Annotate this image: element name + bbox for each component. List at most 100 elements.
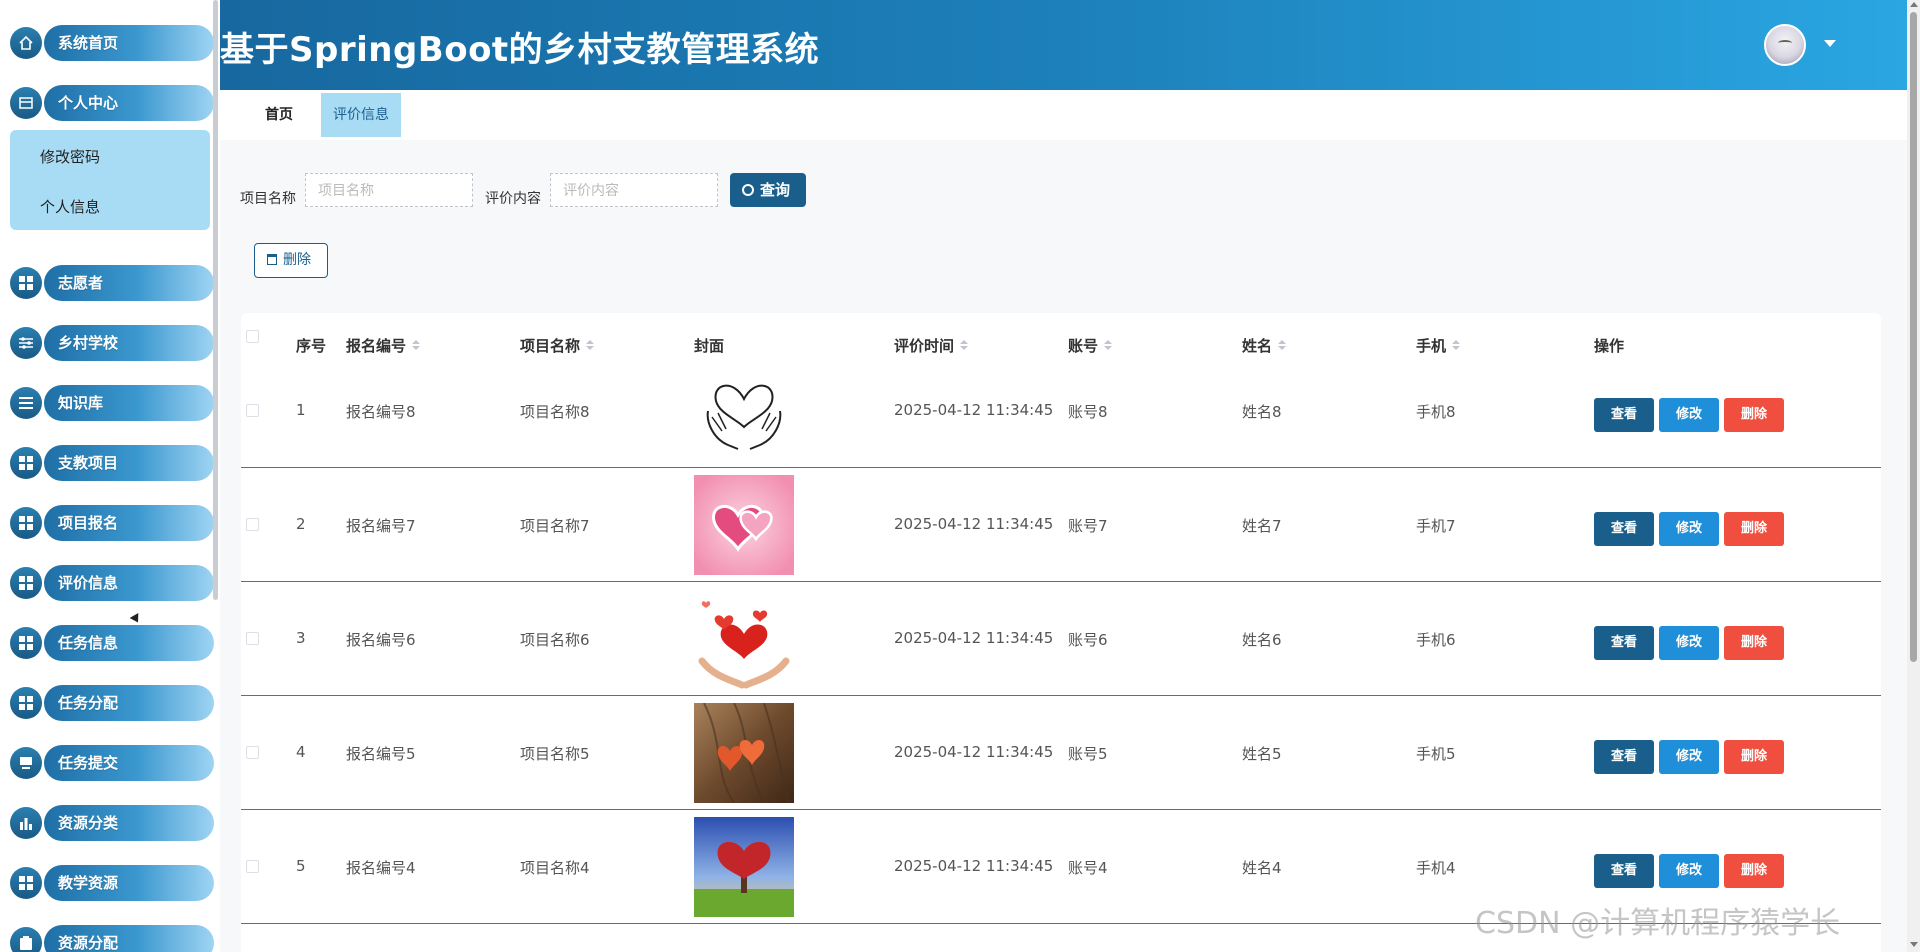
sidebar-item-personal-center[interactable]: 个人中心 (10, 83, 214, 123)
cell-account: 账号8 (1068, 403, 1108, 421)
edit-button[interactable]: 修改 (1659, 740, 1719, 774)
grid-icon (10, 567, 42, 599)
cell-phone: 手机7 (1416, 517, 1456, 535)
sidebar-item-project-signup[interactable]: 项目报名 (10, 503, 214, 543)
delete-button[interactable]: 删除 (1724, 854, 1784, 888)
cell-name: 姓名4 (1242, 859, 1282, 877)
submenu-change-password[interactable]: 修改密码 (40, 146, 100, 167)
search-icon (742, 184, 754, 196)
header-signup-no[interactable]: 报名编号 (346, 335, 421, 356)
sidebar-item-volunteer[interactable]: 志愿者 (10, 263, 214, 303)
delete-button[interactable]: 删除 (1724, 398, 1784, 432)
sidebar-item-label: 系统首页 (58, 34, 119, 52)
header-eval-time[interactable]: 评价时间 (894, 335, 969, 356)
query-button[interactable]: 查询 (730, 173, 806, 207)
view-button[interactable]: 查看 (1594, 512, 1654, 546)
scroll-up-arrow-icon[interactable] (1910, 2, 1918, 7)
sort-icon (960, 340, 969, 350)
row-checkbox[interactable] (246, 632, 259, 645)
cell-index: 3 (296, 629, 306, 647)
sidebar-item-label: 项目报名 (58, 514, 119, 532)
sidebar-item-teaching-project[interactable]: 支教项目 (10, 443, 214, 483)
evaluation-content-label: 评价内容 (485, 191, 541, 207)
sidebar-item-label: 资源分配 (58, 934, 119, 952)
tab-home[interactable]: 首页 (253, 93, 305, 137)
sidebar-item-teaching-resource[interactable]: 教学资源 (10, 863, 214, 903)
sidebar-item-label: 知识库 (58, 394, 104, 412)
row-checkbox[interactable] (246, 860, 259, 873)
tab-evaluation[interactable]: 评价信息 (321, 93, 401, 137)
inbox-icon (10, 747, 42, 779)
view-button[interactable]: 查看 (1594, 854, 1654, 888)
delete-button[interactable]: 删除 (1724, 512, 1784, 546)
header-cover: 封面 (694, 337, 725, 355)
row-checkbox[interactable] (246, 404, 259, 417)
grid-icon (10, 687, 42, 719)
sidebar-item-evaluation[interactable]: 评价信息 (10, 563, 214, 603)
row-checkbox[interactable] (246, 746, 259, 759)
sidebar-item-rural-school[interactable]: 乡村学校 (10, 323, 214, 363)
grid-icon (10, 507, 42, 539)
table-row: 3 报名编号6 项目名称6 2025-04-12 11:34:45 账号6 姓名… (241, 582, 1881, 696)
cell-account: 账号7 (1068, 517, 1108, 535)
cell-index: 5 (296, 857, 306, 875)
edit-button[interactable]: 修改 (1659, 854, 1719, 888)
avatar[interactable] (1764, 24, 1806, 66)
sidebar-item-knowledge-base[interactable]: 知识库 (10, 383, 214, 423)
home-icon (10, 27, 42, 59)
header-phone[interactable]: 手机 (1416, 335, 1461, 356)
sidebar-item-label: 评价信息 (58, 574, 119, 592)
scroll-down-arrow-icon[interactable] (1910, 942, 1918, 947)
edit-button[interactable]: 修改 (1659, 512, 1719, 546)
page-scrollbar[interactable] (1907, 0, 1920, 952)
row-checkbox[interactable] (246, 518, 259, 531)
project-name-input[interactable] (305, 173, 473, 207)
header-project-name[interactable]: 项目名称 (520, 335, 595, 356)
table-row: 4 报名编号5 项目名称5 2025-04-12 11:34:45 账号5 姓名… (241, 696, 1881, 810)
scrollbar-thumb[interactable] (1910, 12, 1917, 662)
cell-account: 账号6 (1068, 631, 1108, 649)
query-button-label: 查询 (760, 181, 791, 199)
edit-button[interactable]: 修改 (1659, 626, 1719, 660)
sidebar-item-task-assign[interactable]: 任务分配 (10, 683, 214, 723)
evaluation-table: 序号 报名编号 项目名称 封面 评价时间 账号 姓名 手机 操作 1 报名编号8… (241, 313, 1881, 952)
sort-icon (586, 340, 595, 350)
edit-button[interactable]: 修改 (1659, 398, 1719, 432)
cell-eval-time: 2025-04-12 11:34:45 (894, 401, 1054, 419)
delete-button[interactable]: 删除 (1724, 626, 1784, 660)
sidebar-item-resource-category[interactable]: 资源分类 (10, 803, 214, 843)
view-button[interactable]: 查看 (1594, 398, 1654, 432)
sort-icon (1452, 340, 1461, 350)
cover-image-heart-tree (694, 817, 794, 917)
sidebar-item-home[interactable]: 系统首页 (10, 23, 214, 63)
cell-eval-time: 2025-04-12 11:34:45 (894, 857, 1054, 875)
table-row: 1 报名编号8 项目名称8 2025-04-12 11:34:45 账号8 姓名… (241, 354, 1881, 468)
sort-icon (412, 340, 421, 350)
header-account[interactable]: 账号 (1068, 335, 1113, 356)
sidebar-scrollbar[interactable] (213, 0, 218, 600)
header-name[interactable]: 姓名 (1242, 335, 1287, 356)
project-name-label: 项目名称 (240, 191, 296, 207)
submenu-personal-info[interactable]: 个人信息 (40, 196, 100, 217)
evaluation-content-input[interactable] (550, 173, 718, 207)
id-card-icon (10, 87, 42, 119)
header-actions: 操作 (1594, 337, 1625, 355)
cell-project: 项目名称4 (520, 859, 590, 877)
sidebar-item-task-info[interactable]: 任务信息 (10, 623, 214, 663)
sidebar-item-resource-allocation[interactable]: 资源分配 (10, 923, 214, 952)
sort-icon (1104, 340, 1113, 350)
sidebar-item-label: 资源分类 (58, 814, 119, 832)
select-all-checkbox[interactable] (246, 330, 259, 343)
sidebar-item-label: 支教项目 (58, 454, 119, 472)
delete-button[interactable]: 删除 (1724, 740, 1784, 774)
cell-signup-no: 报名编号5 (346, 745, 416, 763)
cell-project: 项目名称7 (520, 517, 590, 535)
view-button[interactable]: 查看 (1594, 626, 1654, 660)
cell-eval-time: 2025-04-12 11:34:45 (894, 515, 1054, 533)
sidebar-item-task-submit[interactable]: 任务提交 (10, 743, 214, 783)
cell-signup-no: 报名编号4 (346, 859, 416, 877)
chevron-down-icon[interactable] (1824, 40, 1836, 47)
batch-delete-button[interactable]: 删除 (254, 243, 328, 278)
view-button[interactable]: 查看 (1594, 740, 1654, 774)
cell-project: 项目名称6 (520, 631, 590, 649)
